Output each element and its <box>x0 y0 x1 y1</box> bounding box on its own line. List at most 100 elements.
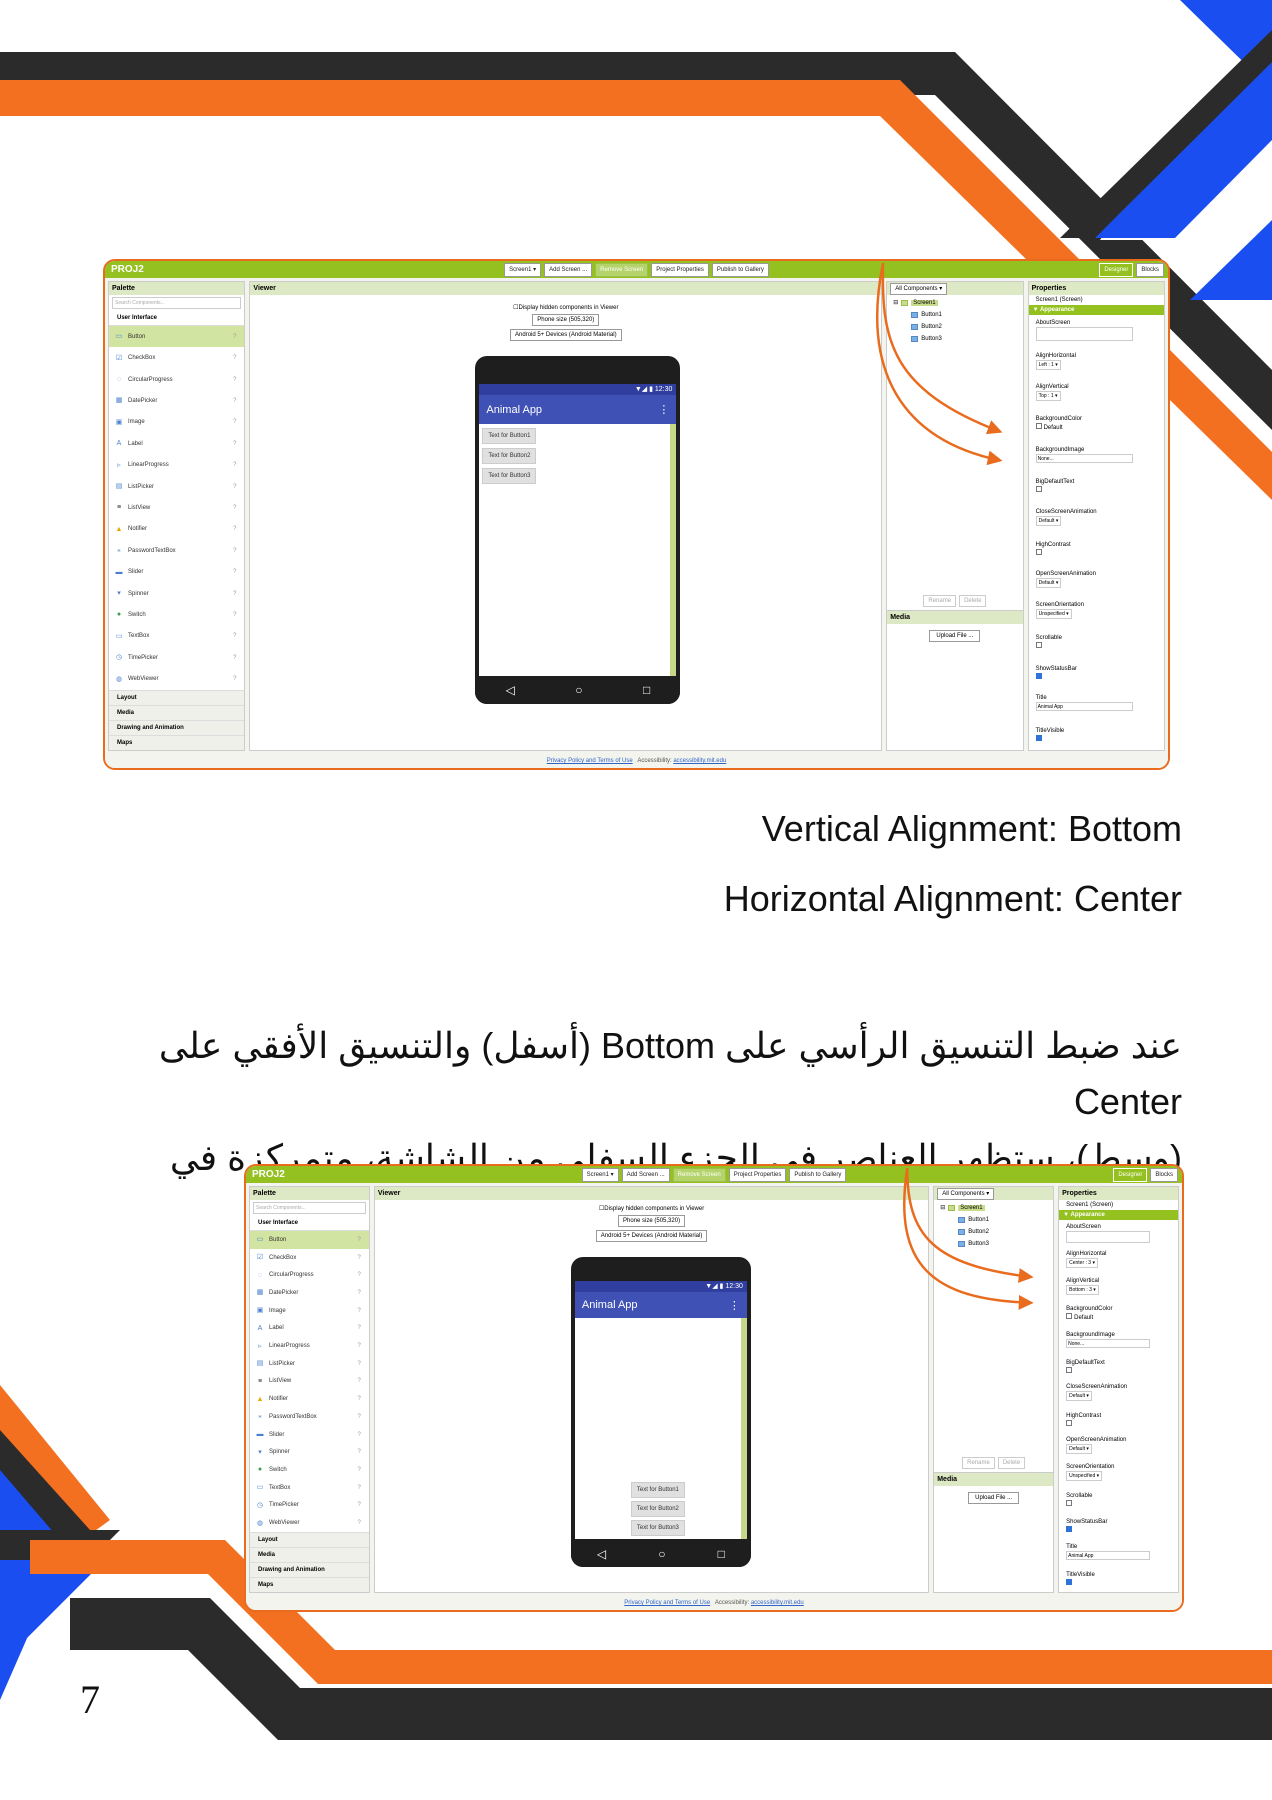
about-screen-field[interactable] <box>1035 327 1133 342</box>
big-text-checkbox[interactable] <box>1066 1366 1073 1373</box>
back-icon[interactable]: ◁ <box>506 683 515 697</box>
palette-item[interactable]: ☑ CheckBox? <box>109 347 244 368</box>
phone-button-3[interactable]: Text for Button3 <box>630 1520 685 1536</box>
open-animation-select[interactable]: Default ▾ <box>1035 577 1062 588</box>
bg-color-select[interactable]: Default <box>1035 422 1157 431</box>
help-icon[interactable]: ? <box>233 633 236 639</box>
title-field[interactable]: Animal App <box>1035 702 1133 712</box>
help-icon[interactable]: ? <box>233 612 236 618</box>
palette-item[interactable]: ◷ TimePicker? <box>109 647 244 668</box>
palette-item[interactable]: ▭ TextBox? <box>109 626 244 647</box>
help-icon[interactable]: ? <box>358 1361 361 1367</box>
blocks-button[interactable]: Blocks <box>1136 263 1164 277</box>
publish-button[interactable]: Publish to Gallery <box>789 1168 847 1182</box>
accessibility-link[interactable]: accessibility.mit.edu <box>673 758 726 764</box>
phone-size-select[interactable]: Phone size (505,320) <box>618 1215 686 1227</box>
bg-color-select[interactable]: Default <box>1066 1312 1171 1321</box>
palette-item[interactable]: ▬ Slider? <box>109 561 244 582</box>
title-visible-checkbox[interactable] <box>1035 735 1042 742</box>
palette-item[interactable]: A Label? <box>250 1320 369 1338</box>
category-layout[interactable]: Layout <box>109 689 245 705</box>
align-horizontal-select[interactable]: Left : 1 ▾ <box>1035 360 1061 371</box>
help-icon[interactable]: ? <box>358 1520 361 1526</box>
privacy-link[interactable]: Privacy Policy and Terms of Use <box>547 758 633 764</box>
category-maps[interactable]: Maps <box>109 734 245 750</box>
palette-item[interactable]: ● Switch? <box>109 604 244 625</box>
components-dropdown[interactable]: All Components ▾ <box>937 1188 995 1200</box>
help-icon[interactable]: ? <box>233 676 236 682</box>
palette-item[interactable]: ▣ Image? <box>250 1302 369 1320</box>
more-icon[interactable]: ⋮ <box>658 403 669 416</box>
add-screen-button[interactable]: Add Screen ... <box>621 1168 670 1182</box>
tree-item[interactable]: Button3 <box>958 1241 1047 1247</box>
help-icon[interactable]: ? <box>358 1432 361 1438</box>
open-animation-select[interactable]: Default ▾ <box>1066 1444 1092 1455</box>
palette-item[interactable]: ▤ ListPicker? <box>250 1355 369 1373</box>
palette-item[interactable]: ◍ WebViewer? <box>109 669 244 690</box>
back-icon[interactable]: ◁ <box>597 1547 606 1561</box>
help-icon[interactable]: ? <box>358 1325 361 1331</box>
palette-item[interactable]: ◷ TimePicker? <box>250 1497 369 1515</box>
upload-file-button[interactable]: Upload File ... <box>929 630 981 642</box>
palette-item[interactable]: ▦ DatePicker? <box>250 1284 369 1302</box>
bg-image-field[interactable]: None... <box>1035 453 1133 463</box>
phone-button-1[interactable]: Text for Button1 <box>482 428 537 444</box>
close-animation-select[interactable]: Default ▾ <box>1035 515 1062 526</box>
help-icon[interactable]: ? <box>358 1485 361 1491</box>
palette-item[interactable]: ▭ TextBox? <box>250 1479 369 1497</box>
big-text-checkbox[interactable] <box>1035 486 1042 493</box>
designer-button[interactable]: Designer <box>1099 263 1134 277</box>
palette-item[interactable]: ◌ CircularProgress? <box>109 369 244 390</box>
phone-size-select[interactable]: Phone size (505,320) <box>532 314 600 326</box>
add-screen-button[interactable]: Add Screen ... <box>544 263 593 277</box>
hidden-components-checkbox[interactable]: ☐Display hidden components in Viewer <box>599 1205 704 1212</box>
palette-item[interactable]: ◍ WebViewer? <box>250 1514 369 1532</box>
help-icon[interactable]: ? <box>358 1308 361 1314</box>
help-icon[interactable]: ? <box>358 1502 361 1508</box>
palette-item[interactable]: A Label? <box>109 433 244 454</box>
category-layout[interactable]: Layout <box>250 1531 369 1547</box>
title-visible-checkbox[interactable] <box>1066 1579 1073 1586</box>
orientation-select[interactable]: Unspecified ▾ <box>1066 1470 1103 1481</box>
tree-item[interactable]: Button3 <box>911 336 1016 342</box>
palette-item[interactable]: ⁎ PasswordTextBox? <box>250 1408 369 1426</box>
tree-item[interactable]: Button2 <box>911 324 1016 330</box>
palette-item[interactable]: ● Switch? <box>250 1461 369 1479</box>
help-icon[interactable]: ? <box>358 1396 361 1402</box>
about-screen-field[interactable] <box>1066 1230 1151 1243</box>
screen-dropdown[interactable]: Screen1 ▾ <box>581 1168 619 1182</box>
palette-item[interactable]: ▦ DatePicker? <box>109 390 244 411</box>
palette-item[interactable]: ▤ ListPicker? <box>109 476 244 497</box>
status-bar-checkbox[interactable] <box>1066 1526 1073 1533</box>
phone-button-2[interactable]: Text for Button2 <box>482 448 537 464</box>
help-icon[interactable]: ? <box>358 1467 361 1473</box>
accessibility-link[interactable]: accessibility.mit.edu <box>751 1600 804 1606</box>
help-icon[interactable]: ? <box>358 1414 361 1420</box>
help-icon[interactable]: ? <box>233 655 236 661</box>
project-properties-button[interactable]: Project Properties <box>651 263 709 277</box>
help-icon[interactable]: ? <box>233 462 236 468</box>
help-icon[interactable]: ? <box>233 419 236 425</box>
help-icon[interactable]: ? <box>233 441 236 447</box>
theme-select[interactable]: Android 5+ Devices (Android Material) <box>595 1230 708 1242</box>
palette-item[interactable]: ▹ LinearProgress? <box>250 1337 369 1355</box>
tree-screen[interactable]: ⊟ Screen1 <box>893 299 1016 306</box>
recents-icon[interactable]: □ <box>643 683 650 697</box>
rename-button[interactable]: Rename <box>923 595 957 607</box>
help-icon[interactable]: ? <box>358 1343 361 1349</box>
status-bar-checkbox[interactable] <box>1035 672 1042 679</box>
palette-item[interactable]: ☑ CheckBox? <box>250 1249 369 1267</box>
help-icon[interactable]: ? <box>358 1255 361 1261</box>
appearance-group[interactable]: ▼ Appearance <box>1028 305 1164 315</box>
tree-item[interactable]: Button1 <box>958 1217 1047 1223</box>
align-vertical-select[interactable]: Top : 1 ▾ <box>1035 391 1061 402</box>
help-icon[interactable]: ? <box>358 1449 361 1455</box>
phone-button-3[interactable]: Text for Button3 <box>482 468 537 484</box>
publish-button[interactable]: Publish to Gallery <box>711 263 769 277</box>
home-icon[interactable]: ○ <box>658 1547 665 1561</box>
palette-item[interactable]: ▲ Notifier? <box>109 519 244 540</box>
category-drawing[interactable]: Drawing and Animation <box>250 1561 369 1577</box>
palette-section[interactable]: User Interface <box>250 1216 369 1231</box>
orientation-select[interactable]: Unspecified ▾ <box>1035 608 1072 619</box>
palette-item[interactable]: ▾ Spinner? <box>109 583 244 604</box>
